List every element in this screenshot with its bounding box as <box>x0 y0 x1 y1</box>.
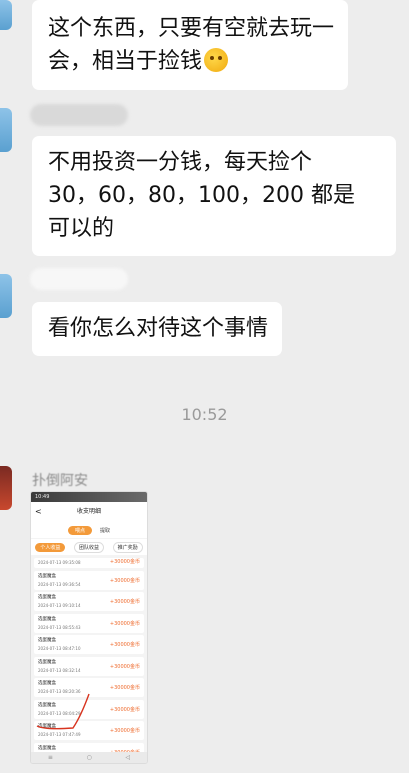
blurred-sender-name <box>30 104 128 126</box>
phone-status-bar: 10:49 <box>31 492 147 502</box>
record-name: 选蛋魔盒 <box>38 724 56 729</box>
avatar[interactable] <box>0 466 12 510</box>
message-text: 30，60，80，100，200 都是 <box>48 183 355 208</box>
list-item: 选蛋魔盒 2024-07-13 09:36:54 +30000金币 <box>34 570 144 590</box>
list-item: 选蛋魔盒 2024-07-13 09:10:14 +30000金币 <box>34 592 144 611</box>
avatar[interactable] <box>0 0 12 30</box>
tab-active: 喂点 <box>67 525 92 535</box>
record-date: 2024-07-13 08:47:10 <box>38 646 81 651</box>
record-amount: +30000金币 <box>109 599 140 605</box>
record-name: 选蛋魔盒 <box>38 745 56 751</box>
sub-tab: 团队收益 <box>73 541 104 553</box>
record-amount: +30000金币 <box>109 642 140 648</box>
sub-tabs: 个人收益 团队收益 推广奖励 <box>31 539 147 555</box>
avatar[interactable] <box>0 108 12 152</box>
record-list: 2024-07-13 09:35:08 +30000金币 选蛋魔盒 2024-07… <box>31 555 147 762</box>
message-bubble[interactable]: 不用投资一分钱，每天捡个 30，60，80，100，200 都是 可以的 <box>32 136 396 256</box>
list-item: 2024-07-13 09:35:08 +30000金币 <box>34 558 144 568</box>
list-item: 选蛋魔盒 2024-07-13 08:47:10 +30000金币 <box>34 635 144 654</box>
top-tabs: 喂点 提取 <box>31 522 147 538</box>
list-item: 选蛋魔盒 2024-07-13 08:20:36 +30000金币 <box>34 678 144 697</box>
record-amount: +30000金币 <box>109 685 140 691</box>
record-date: 2024-07-13 08:20:36 <box>38 689 81 694</box>
record-name: 选蛋魔盒 <box>38 702 56 708</box>
chat-timestamp: 10:52 <box>181 405 228 424</box>
message-text: 不用投资一分钱，每天捡个 <box>48 150 313 175</box>
list-item: 选蛋魔盒 2024-07-13 08:32:14 +30000金币 <box>34 656 144 676</box>
app-title-bar: < 收支明细 <box>31 502 147 522</box>
record-name: 选蛋魔盒 <box>38 616 56 622</box>
message-bubble[interactable]: 看你怎么对待这个事情 <box>32 302 283 356</box>
list-item: 选蛋魔盒 2024-07-13 07:47:49 +30000金币 <box>34 721 144 740</box>
image-message[interactable]: 10:49 < 收支明细 喂点 提取 个人收益 团队收益 推广奖励 2024-0… <box>30 491 148 764</box>
record-amount: +30000金币 <box>109 728 140 734</box>
list-item: 选蛋魔盒 2024-07-13 08:04:29 +30000金币 <box>34 699 144 719</box>
record-amount: +30000金币 <box>109 663 140 670</box>
message-text: 会，相当于捡钱 <box>48 45 334 78</box>
list-item: 选蛋魔盒 2024-07-13 08:55:43 +30000金币 <box>34 613 144 633</box>
record-name: 选蛋魔盒 <box>38 659 56 665</box>
record-amount: +30000金币 <box>109 577 140 584</box>
record-date: 2024-07-13 07:47:49 <box>38 732 81 737</box>
record-date: 2024-07-13 09:10:14 <box>38 603 81 608</box>
record-name: 选蛋魔盒 <box>38 638 56 643</box>
record-name: 选蛋魔盒 <box>38 573 56 579</box>
record-name: 选蛋魔盒 <box>38 681 56 686</box>
message-text: 可以的 <box>48 216 115 241</box>
avatar[interactable] <box>0 274 12 318</box>
blurred-sender-name <box>30 268 128 290</box>
record-date: 2024-07-13 08:04:29 <box>38 710 81 716</box>
record-date: 2024-07-13 09:36:54 <box>38 581 81 587</box>
record-amount: +30000金币 <box>109 706 140 713</box>
phone-nav-bar: ≡ ○ ◁ <box>31 752 147 763</box>
sub-tab-active: 个人收益 <box>35 542 66 552</box>
sender-name: 扑倒阿安 <box>32 473 88 489</box>
tab: 提取 <box>100 527 111 534</box>
record-date: 2024-07-13 08:55:43 <box>38 624 81 630</box>
message-text: 这个东西，只要有空就去玩一 <box>48 16 335 41</box>
page-title: 收支明细 <box>76 508 101 515</box>
record-date: 2024-07-13 08:32:14 <box>38 667 81 673</box>
message-text: 看你怎么对待这个事情 <box>48 316 269 341</box>
record-amount: +30000金币 <box>109 620 140 627</box>
message-bubble[interactable]: 这个东西，只要有空就去玩一 会，相当于捡钱 <box>32 0 349 90</box>
sub-tab: 推广奖励 <box>112 541 143 553</box>
back-arrow-icon: < <box>35 507 42 516</box>
thinking-face-icon <box>204 48 229 72</box>
record-name: 选蛋魔盒 <box>38 595 56 600</box>
